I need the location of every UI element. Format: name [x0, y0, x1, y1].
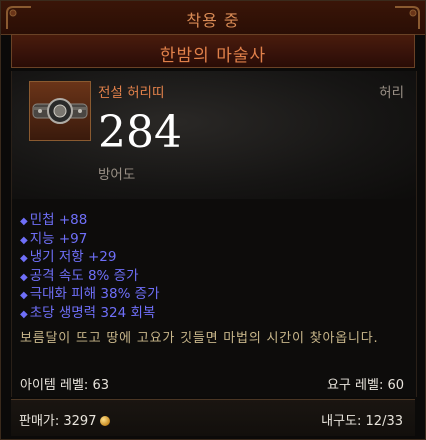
- stat-line: ◆ 냉기 저항 +29: [20, 249, 117, 265]
- item-slot: 허리: [379, 85, 404, 101]
- stat-line: ◆ 지능 +97: [20, 230, 88, 247]
- durability: 내구도: 12/33: [321, 414, 403, 429]
- diamond-bullet-icon: ◆: [20, 290, 28, 301]
- stat-line: ◆ 극대화 피해 38% 증가: [20, 286, 160, 302]
- gold-coin-icon: [100, 416, 111, 426]
- item-level: 아이템 레벨: 63: [20, 378, 109, 393]
- diamond-bullet-icon: ◆: [20, 308, 28, 320]
- item-name-bar: 한밤의 마술사: [11, 34, 415, 68]
- flavor-text: 보름달이 뜨고 땅에 고요가 깃들면 마법의 시간이 찾아옵니다.: [20, 331, 379, 346]
- ornament-icon: [395, 6, 420, 29]
- tooltip-footer: 판매가: 3297 내구도: 12/33: [11, 399, 415, 436]
- stat-list: ◆ 민첩 +88 ◆ 지능 +97 ◆ 냉기 저항 +29 ◆ 공격 속도 8% 증가 …: [20, 211, 160, 322]
- diamond-bullet-icon: ◆: [20, 271, 28, 283]
- item-tooltip: 착용 중 한밤의 마술사 전설 허리띠 허리 284 방어도 ◆ 민첩 +88 …: [0, 0, 426, 440]
- required-level: 요구 레벨: 60: [326, 378, 404, 393]
- belt-icon: [29, 81, 91, 141]
- diamond-bullet-icon: ◆: [20, 216, 28, 227]
- item-portrait-area: 전설 허리띠 허리 284 방어도: [12, 71, 416, 199]
- item-type: 전설 허리띠: [98, 85, 165, 101]
- equipped-header: 착용 중: [1, 1, 425, 35]
- stat-line: ◆ 공격 속도 8% 증가: [20, 267, 139, 284]
- item-name: 한밤의 마술사: [159, 46, 267, 66]
- stat-line: ◆ 민첩 +88: [20, 212, 88, 228]
- diamond-bullet-icon: ◆: [20, 234, 28, 246]
- armor-value: 284: [98, 107, 182, 158]
- stat-line: ◆ 초당 생명력 324 회복: [20, 304, 156, 321]
- armor-label: 방어도: [98, 167, 136, 183]
- equipped-label: 착용 중: [186, 11, 240, 30]
- diamond-bullet-icon: ◆: [20, 253, 28, 264]
- tooltip-body: 전설 허리띠 허리 284 방어도 ◆ 민첩 +88 ◆ 지능 +97 ◆ 냉기 저항…: [11, 71, 417, 397]
- sell-value: 판매가: 3297: [19, 410, 111, 429]
